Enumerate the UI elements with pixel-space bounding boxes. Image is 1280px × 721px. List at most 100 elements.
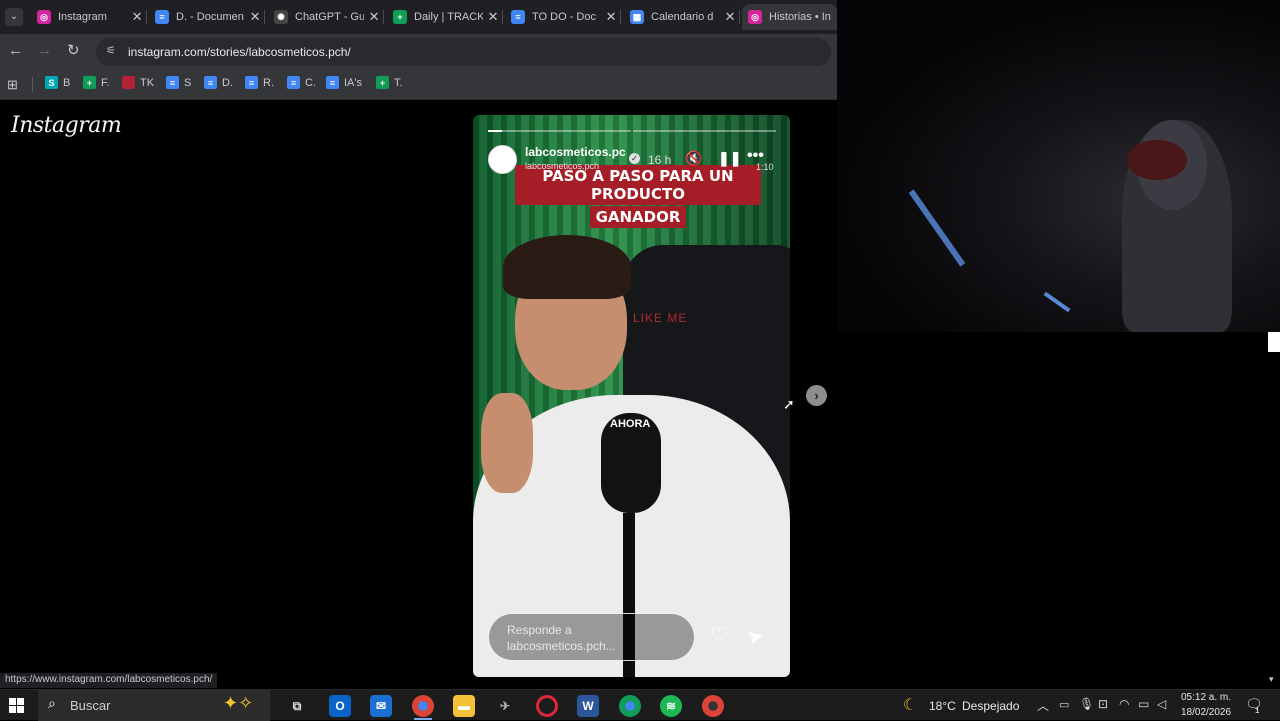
tray-wifi-icon[interactable]: ◠ (1119, 697, 1129, 711)
tab-search-button[interactable]: ⌄ (5, 8, 23, 26)
bookmark-item[interactable]: SB (45, 76, 70, 89)
browser-tab[interactable]: + Daily | TRACK ✕ (387, 4, 499, 30)
browser-tab[interactable]: ✺ ChatGPT - Gu ✕ (268, 4, 380, 30)
notifications-count: 1 (1255, 706, 1260, 715)
tray-battery-icon[interactable]: ▭ (1138, 697, 1149, 711)
story-caption-line1: PASO A PASO PARA UN PRODUCTO (515, 165, 761, 205)
tray-volume-icon[interactable]: ◁ (1157, 697, 1166, 711)
mail-app-icon[interactable]: ✉ (370, 695, 392, 717)
close-tab-icon[interactable]: ✕ (368, 9, 380, 25)
tab-title: D. - Documen (176, 11, 244, 23)
browser-tab[interactable]: ≡ TO DO - Doc ✕ (505, 4, 617, 30)
bookmark-b-icon: S (45, 76, 58, 89)
sheets-icon: + (83, 76, 96, 89)
bookmark-item[interactable]: ≡ S (166, 76, 191, 89)
instagram-icon: ◎ (748, 10, 762, 24)
bookmark-item[interactable]: TK (122, 76, 154, 89)
bookmark-label: R. (263, 76, 274, 89)
tray-mic-icon[interactable]: 🎙 (1079, 697, 1094, 711)
forward-icon[interactable]: → (37, 42, 52, 59)
instagram-logo[interactable]: Instagram (11, 113, 122, 138)
url-text: instagram.com/stories/labcosmeticos.pch/ (128, 45, 351, 59)
chatgpt-icon: ✺ (274, 10, 288, 24)
tray-device-icon[interactable]: ▭ (1059, 698, 1069, 711)
browser-toolbar: ← → ↻ ⚟ instagram.com/stories/labcosmeti… (0, 34, 837, 70)
pause-icon[interactable]: ❚❚ (718, 150, 741, 167)
weather-temp[interactable]: 18°C (929, 699, 956, 713)
person-hair (503, 235, 631, 299)
chrome-icon[interactable] (412, 695, 434, 717)
bookmark-item[interactable]: ≡ IA's (326, 76, 362, 89)
webcam-overlay (837, 0, 1280, 332)
tab-title: Instagram (58, 11, 107, 23)
close-tab-icon[interactable]: ✕ (724, 9, 736, 25)
word-icon[interactable]: W (577, 695, 599, 717)
browser-tab[interactable]: ▦ Calendario d ✕ (624, 4, 736, 30)
tab-title: ChatGPT - Gu (295, 11, 365, 23)
opera-icon[interactable] (536, 695, 558, 717)
story-reply-input[interactable]: Responde a labcosmeticos.pch... (488, 613, 695, 661)
apps-grid-icon[interactable]: ⊞ (7, 77, 18, 93)
instagram-icon: ◎ (37, 10, 51, 24)
like-heart-icon[interactable]: ♡ (710, 623, 729, 648)
close-tab-icon[interactable]: ✕ (249, 9, 261, 25)
clock-time[interactable]: 05:12 a. m. (1181, 692, 1231, 703)
story-progress-fill (488, 130, 503, 132)
bookmark-item[interactable]: + T. (376, 76, 403, 89)
flag-icon (122, 76, 135, 89)
next-story-button[interactable]: › (806, 385, 827, 406)
search-label: Buscar (70, 698, 111, 713)
weather-desc[interactable]: Despejado (962, 699, 1019, 713)
story-progress-track-next (633, 130, 776, 132)
windows-start-icon[interactable] (9, 698, 24, 713)
tray-display-icon[interactable]: ⊡ (1098, 697, 1108, 711)
docs-icon: ≡ (245, 76, 258, 89)
mute-icon[interactable]: 🔇 (685, 150, 702, 167)
browser-tab[interactable]: ◎ Instagram ✕ (31, 4, 143, 30)
story-viewer[interactable]: LIKE ME AHORA PASO A PASO PARA UN PRODUC… (473, 115, 790, 677)
close-tab-icon[interactable]: ✕ (131, 9, 143, 25)
bookmark-item[interactable]: ≡ C. (287, 76, 316, 89)
mouse-cursor-icon: ➚ (783, 396, 795, 412)
tab-separator (739, 10, 740, 24)
scrollbar-arrow-icon[interactable]: ▾ (1269, 674, 1274, 685)
story-caption-line2: GANADOR (589, 206, 687, 228)
browser-tab[interactable]: ◎ Historias • In (742, 4, 837, 30)
outlook-icon[interactable]: O (329, 695, 351, 717)
bookmark-item[interactable]: ≡ R. (245, 76, 274, 89)
calendar-icon: ▦ (630, 10, 644, 24)
reply-placeholder-line2: labcosmeticos.pch... (507, 639, 616, 653)
story-time: 16 h (648, 153, 672, 167)
site-info-icon[interactable]: ⚟ (106, 44, 116, 57)
taskbar-search-box[interactable]: ⌕ Buscar ✦✧ (38, 690, 270, 721)
tab-separator (502, 10, 503, 24)
tab-title: Daily | TRACK (414, 11, 484, 23)
tray-chevron-icon[interactable]: ︿ (1037, 697, 1049, 714)
notifications-icon[interactable]: 🗨 (1245, 696, 1263, 713)
webcam-light (1043, 291, 1071, 313)
reload-icon[interactable]: ↻ (67, 41, 80, 59)
tab-separator (264, 10, 265, 24)
bookmark-label: IA's (344, 76, 362, 89)
sheets-icon: + (376, 76, 389, 89)
docs-icon: ≡ (326, 76, 339, 89)
clock-date[interactable]: 18/02/2026 (1181, 707, 1231, 718)
task-view-icon[interactable]: ⧉ (286, 695, 308, 717)
story-avatar[interactable] (488, 145, 517, 174)
back-icon[interactable]: ← (8, 42, 23, 59)
bookmark-item[interactable]: ≡ D. (204, 76, 233, 89)
story-caption-banner: PASO A PASO PARA UN PRODUCTO GANADOR (515, 165, 761, 228)
story-username[interactable]: labcosmeticos.pc (525, 145, 626, 159)
file-explorer-icon[interactable]: ▬ (453, 695, 475, 717)
spotify-icon[interactable]: ≋ (660, 695, 682, 717)
browser-tab[interactable]: ≡ D. - Documen ✕ (149, 4, 261, 30)
app-icon[interactable]: ✈ (494, 695, 516, 717)
bookmarks-divider (32, 77, 33, 92)
webcam-headset (1127, 140, 1187, 180)
chrome-profile-icon[interactable] (619, 695, 641, 717)
bookmark-item[interactable]: + F. (83, 76, 110, 89)
close-tab-icon[interactable]: ✕ (487, 9, 499, 25)
address-bar[interactable]: ⚟ instagram.com/stories/labcosmeticos.pc… (96, 38, 831, 66)
chrome-alt-icon[interactable] (702, 695, 724, 717)
close-tab-icon[interactable]: ✕ (605, 9, 617, 25)
